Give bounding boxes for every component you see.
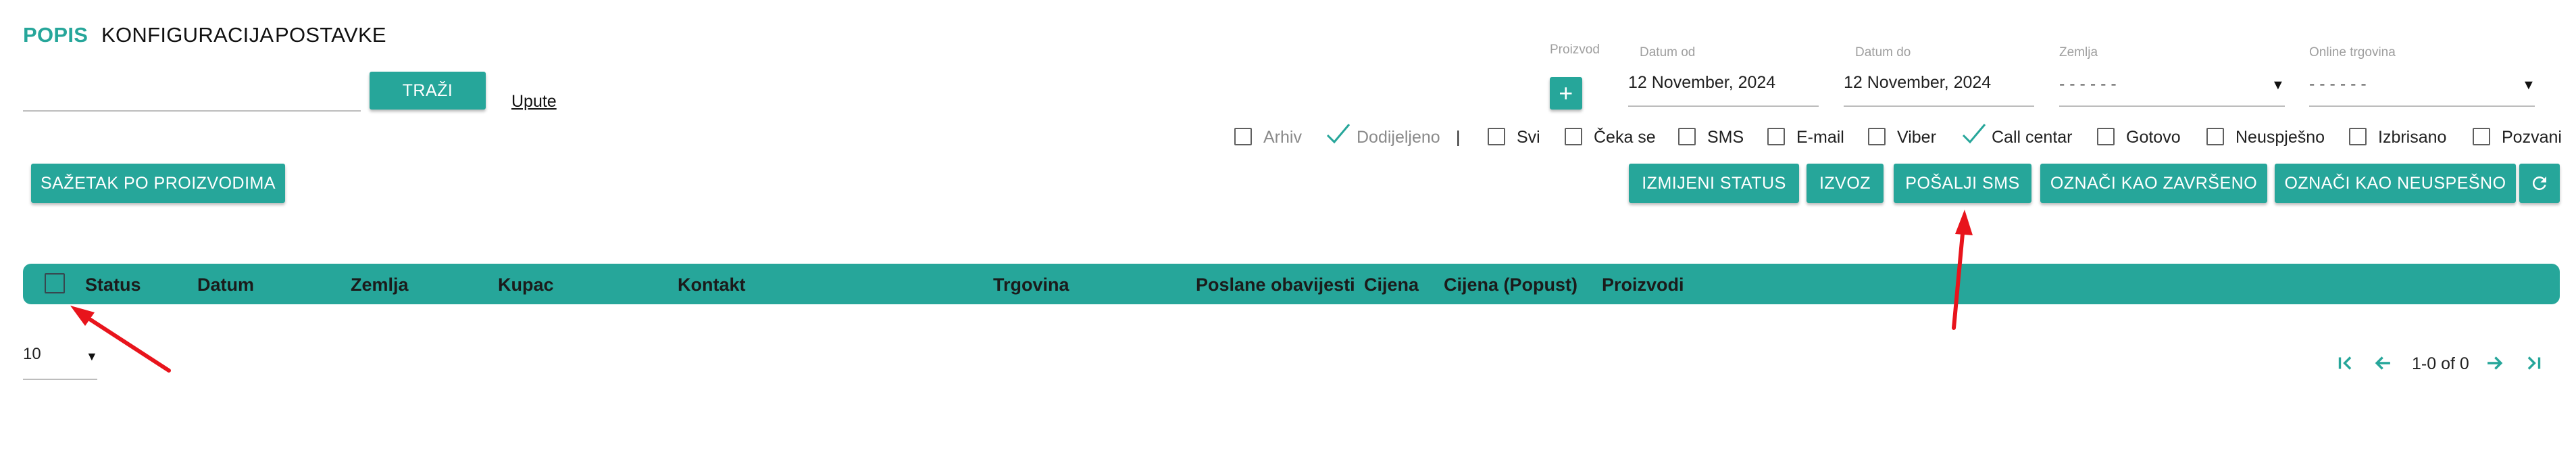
arrow-to-select-all <box>70 306 171 373</box>
annotation-arrows <box>70 210 1973 373</box>
arrow-to-send-sms <box>1952 210 1973 330</box>
